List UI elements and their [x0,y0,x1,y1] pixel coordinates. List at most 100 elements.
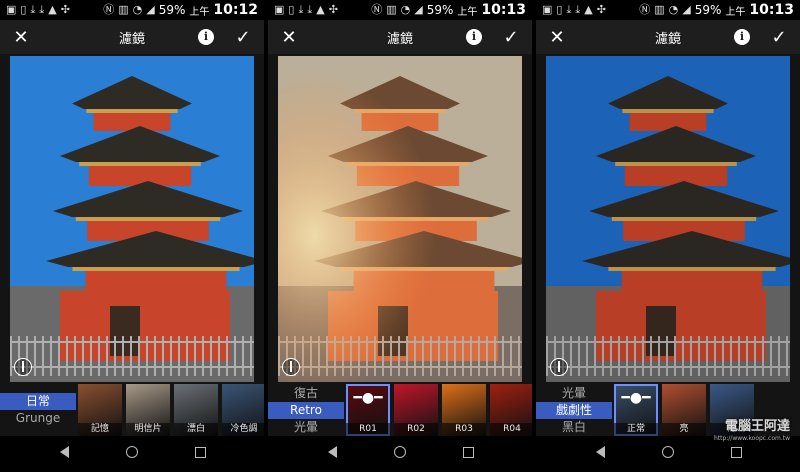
filter-thumb-label: R02 [394,423,438,436]
filter-thumb-list: 記憶 明信片 漂白 冷色調 [78,384,264,436]
filter-thumb[interactable]: ━●━ 正常 [614,384,658,436]
battery-text: 59% [158,3,186,17]
chat-icon: ▣ [542,3,553,16]
filter-thumb-label: 正常 [614,423,658,436]
signal-icon: ◢ [414,3,423,16]
back-icon[interactable] [589,446,611,462]
battery-text: 59% [694,3,722,17]
app-bar: ✕ 濾鏡 i ✓ [268,20,532,54]
ampm-text: 上午 [189,6,210,18]
filter-thumb-label: R04 [490,423,532,436]
filter-category[interactable]: Retro [268,401,344,419]
status-bar: ▣ ▯ ⤓ ⤓ ▲ ✣ Ⓝ ▥ ◔ ◢ 59% 上午 10:13 [536,0,800,20]
photo-preview [546,56,790,382]
filter-category[interactable]: 戲劇性 [536,401,612,419]
recents-icon[interactable] [189,446,211,462]
nav-bar [0,436,264,472]
filter-category-list: 日常 Grunge [0,384,76,436]
battery-text: 59% [426,3,454,17]
vibrate-icon: ▥ [386,3,397,16]
chat-icon: ▣ [6,3,17,16]
home-icon[interactable] [389,446,411,462]
back-icon[interactable] [53,446,75,462]
close-icon[interactable]: ✕ [10,27,32,48]
filter-thumb[interactable]: 記憶 [78,384,122,436]
filter-thumb[interactable]: 漂白 [174,384,218,436]
compare-icon[interactable] [14,358,32,376]
filter-thumb-label: R03 [442,423,486,436]
recents-icon[interactable] [457,446,479,462]
slider-icon[interactable]: ━●━ [614,390,658,406]
nfc-icon: Ⓝ [103,3,115,16]
status-bar: ▣ ▯ ⤓ ⤓ ▲ ✣ Ⓝ ▥ ◔ ◢ 59% 上午 10:12 [0,0,264,20]
screen-1: ▣ ▯ ⤓ ⤓ ▲ ✣ Ⓝ ▥ ◔ ◢ 59% 上午 10:12 ✕ 濾鏡 i … [0,0,264,472]
nfc-icon: Ⓝ [639,3,651,16]
filter-category-list: 光暈 戲劇性 黑白 [536,384,612,436]
filter-category[interactable]: 日常 [0,393,76,410]
download-icon: ⤓ [566,3,572,16]
home-icon[interactable] [657,446,679,462]
photo-preview [278,56,522,382]
warning-icon: ▲ [584,3,593,16]
filter-tray: 日常 Grunge 記憶 明信片 漂白 冷色調 [0,384,264,436]
filter-thumb-label: 記憶 [78,423,122,436]
slider-icon[interactable]: ━●━ [346,390,390,406]
filter-thumb[interactable]: R04 [490,384,532,436]
ampm-text: 上午 [725,6,746,18]
home-icon[interactable] [121,446,143,462]
filter-thumb-label: 亮 [662,423,706,436]
nfc-icon: Ⓝ [371,3,383,16]
filter-tray: 復古 Retro 光暈 ━●━ R01 R02 R03 R04 [268,384,532,436]
close-icon[interactable]: ✕ [546,27,568,48]
compare-icon[interactable] [282,358,300,376]
vibrate-icon: ▥ [118,3,129,16]
photo-preview [10,56,254,382]
status-bar: ▣ ▯ ⤓ ⤓ ▲ ✣ Ⓝ ▥ ◔ ◢ 59% 上午 10:13 [268,0,532,20]
screen-3: ▣ ▯ ⤓ ⤓ ▲ ✣ Ⓝ ▥ ◔ ◢ 59% 上午 10:13 ✕ 濾鏡 i … [536,0,800,472]
sim-icon: ▯ [288,3,295,16]
ampm-text: 上午 [457,6,478,18]
app-bar: ✕ 濾鏡 i ✓ [0,20,264,54]
wifi-icon: ◔ [400,3,411,16]
download-icon: ⤓ [30,3,36,16]
sim-icon: ▯ [20,3,27,16]
close-icon[interactable]: ✕ [278,27,300,48]
filter-category[interactable]: 復古 [268,385,344,402]
recents-icon[interactable] [725,446,747,462]
filter-thumb-label: 漂白 [174,423,218,436]
compare-icon[interactable] [550,358,568,376]
filter-thumb[interactable]: ━●━ R01 [346,384,390,436]
filter-category[interactable]: 黑白 [536,419,612,436]
filter-category[interactable]: Grunge [0,410,76,427]
screen-2: ▣ ▯ ⤓ ⤓ ▲ ✣ Ⓝ ▥ ◔ ◢ 59% 上午 10:13 ✕ 濾鏡 i … [268,0,532,472]
filter-thumb[interactable]: 冷色調 [222,384,264,436]
filter-thumb-label: 明信片 [126,423,170,436]
wifi-icon: ◔ [132,3,143,16]
filter-thumb[interactable]: R03 [442,384,486,436]
filter-category-list: 復古 Retro 光暈 [268,384,344,436]
vibrate-icon: ▥ [654,3,665,16]
download-icon: ⤓ [298,3,304,16]
clock: 10:13 [749,2,794,18]
wifi-icon: ◔ [668,3,679,16]
back-icon[interactable] [321,446,343,462]
filter-category[interactable]: 光暈 [536,385,612,402]
check-icon[interactable]: ✓ [768,27,790,48]
pinwheel-icon: ✣ [596,3,606,16]
clock: 10:13 [481,2,526,18]
filter-thumb[interactable]: 明信片 [126,384,170,436]
nav-bar [268,436,532,472]
check-icon[interactable]: ✓ [500,27,522,48]
filter-thumb[interactable]: R02 [394,384,438,436]
info-icon[interactable]: i [466,29,482,45]
sim-icon: ▯ [556,3,563,16]
info-icon[interactable]: i [734,29,750,45]
clock: 10:12 [213,2,258,18]
chat-icon: ▣ [274,3,285,16]
filter-category[interactable]: 光暈 [268,419,344,436]
app-bar: ✕ 濾鏡 i ✓ [536,20,800,54]
check-icon[interactable]: ✓ [232,27,254,48]
info-icon[interactable]: i [198,29,214,45]
filter-thumb[interactable]: 亮 [662,384,706,436]
watermark-url: http://www.koopc.com.tw [713,435,790,442]
